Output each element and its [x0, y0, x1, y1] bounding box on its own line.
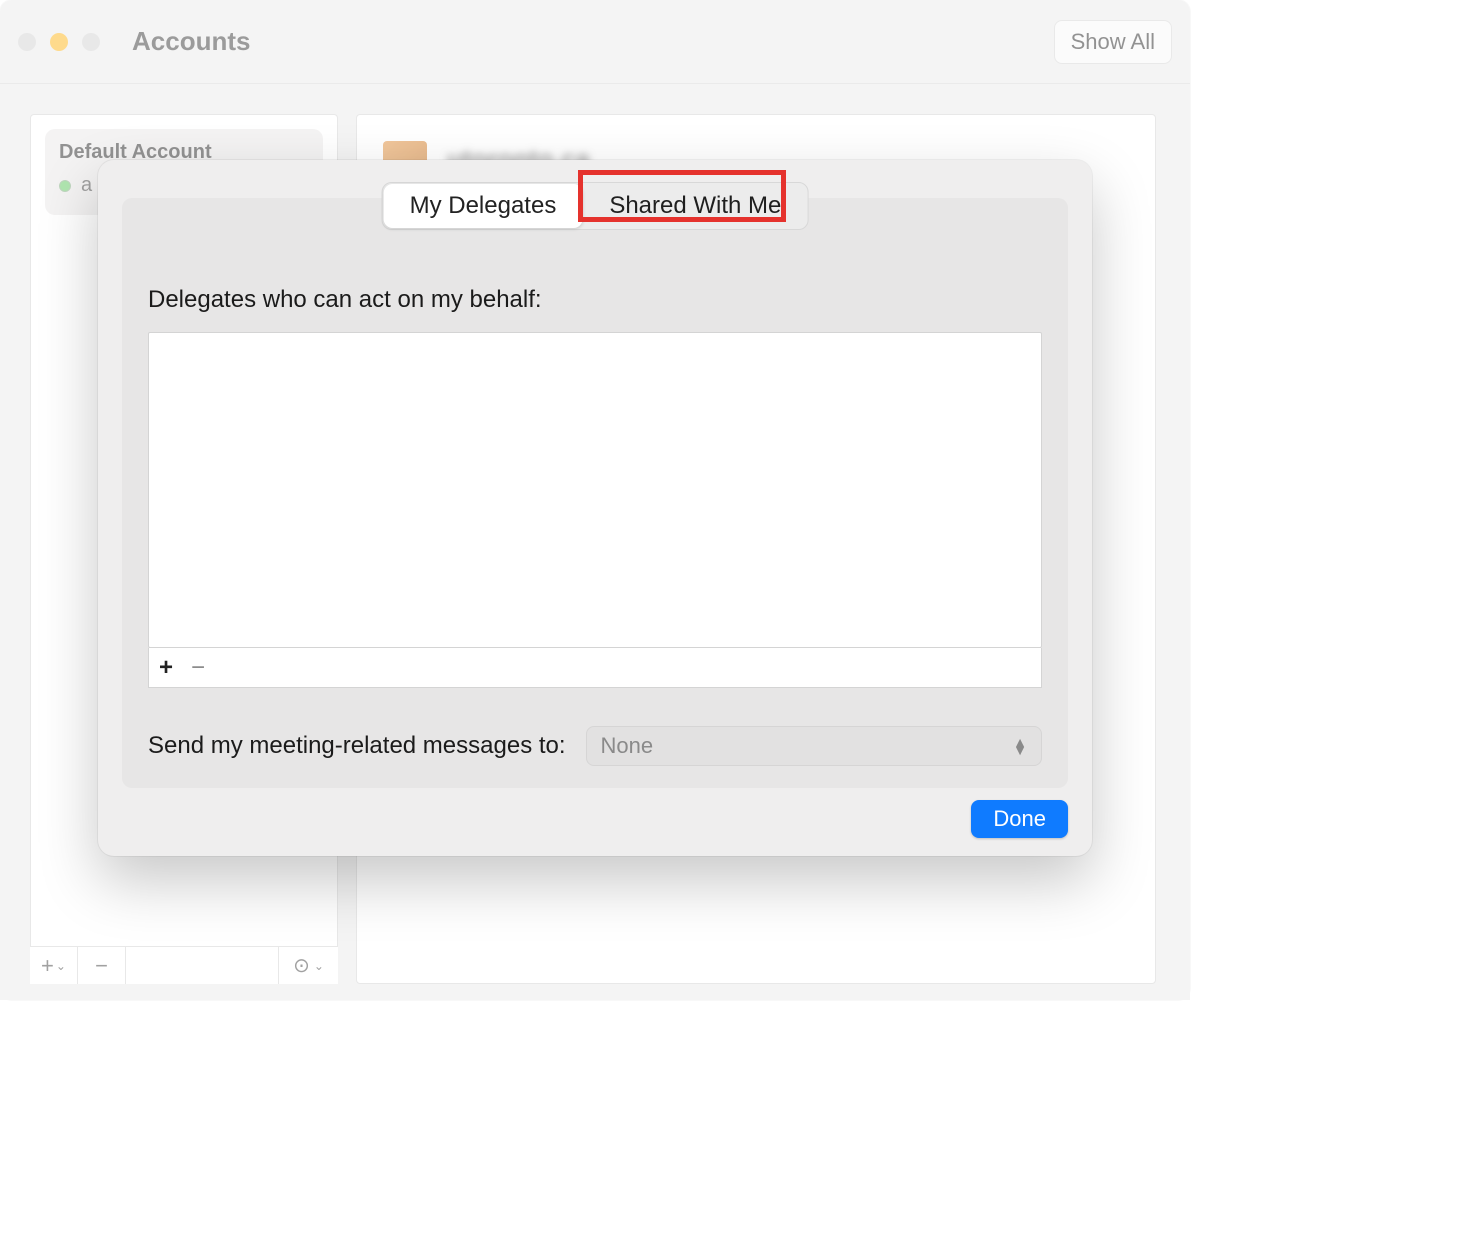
- remove-account-button[interactable]: −: [78, 947, 126, 984]
- minus-icon: −: [95, 953, 108, 979]
- done-button[interactable]: Done: [971, 800, 1068, 838]
- delegates-list[interactable]: [148, 332, 1042, 648]
- ellipsis-icon: ⊙: [293, 953, 310, 978]
- traffic-lights: [18, 33, 100, 51]
- sheet-inner: Delegates who can act on my behalf: + − …: [122, 198, 1068, 788]
- account-letter: a: [81, 174, 92, 197]
- status-dot-icon: [59, 180, 71, 192]
- delegates-label: Delegates who can act on my behalf:: [148, 286, 1042, 314]
- close-icon[interactable]: [18, 33, 36, 51]
- updown-chevron-icon: ▲▼: [1013, 738, 1027, 754]
- send-messages-label: Send my meeting-related messages to:: [148, 732, 566, 760]
- plus-icon: +: [41, 953, 54, 979]
- remove-delegate-button[interactable]: −: [191, 654, 205, 682]
- chevron-down-icon: ⌄: [56, 959, 66, 973]
- zoom-icon[interactable]: [82, 33, 100, 51]
- options-button[interactable]: ⊙⌄: [278, 947, 338, 984]
- send-messages-row: Send my meeting-related messages to: Non…: [148, 726, 1042, 766]
- delegates-list-toolbar: + −: [148, 648, 1042, 688]
- chevron-down-icon: ⌄: [314, 959, 324, 973]
- add-account-button[interactable]: +⌄: [30, 947, 78, 984]
- add-delegate-button[interactable]: +: [159, 654, 173, 682]
- minimize-icon[interactable]: [50, 33, 68, 51]
- sheet-tabs: My Delegates Shared With Me: [382, 182, 809, 230]
- sidebar-footer: +⌄ − ⊙⌄: [30, 946, 338, 984]
- show-all-button[interactable]: Show All: [1054, 20, 1172, 64]
- tab-shared-with-me[interactable]: Shared With Me: [583, 183, 807, 229]
- tab-my-delegates[interactable]: My Delegates: [384, 184, 583, 228]
- send-messages-select[interactable]: None ▲▼: [586, 726, 1042, 766]
- select-value: None: [601, 733, 654, 759]
- window-title: Accounts: [132, 26, 250, 57]
- delegates-sheet: Delegates who can act on my behalf: + − …: [98, 160, 1092, 856]
- titlebar: Accounts Show All: [0, 0, 1190, 84]
